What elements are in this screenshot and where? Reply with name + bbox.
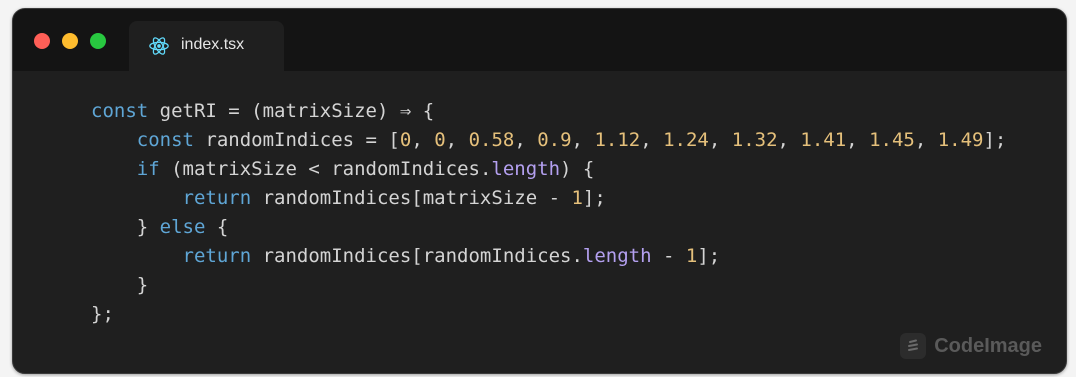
tab-index-tsx[interactable]: index.tsx bbox=[129, 21, 284, 71]
code-text: - bbox=[651, 245, 686, 267]
property-token: length bbox=[582, 245, 652, 267]
code-text: randomIndices[randomIndices. bbox=[251, 245, 583, 267]
code-text: , bbox=[846, 129, 870, 151]
number-token: 1.32 bbox=[731, 129, 778, 151]
code-text: } bbox=[91, 274, 149, 296]
code-text: (matrixSize < randomIndices. bbox=[159, 158, 492, 180]
code-text: ]; bbox=[697, 245, 721, 267]
close-button[interactable] bbox=[34, 33, 50, 49]
code-text: , bbox=[777, 129, 801, 151]
code-text: , bbox=[708, 129, 732, 151]
number-token: 1.24 bbox=[663, 129, 709, 151]
code-line: if (matrixSize < randomIndices.length) { bbox=[91, 155, 1006, 184]
watermark-label: CodeImage bbox=[934, 334, 1042, 357]
code-text: } bbox=[91, 216, 160, 238]
code-line: return randomIndices[randomIndices.lengt… bbox=[91, 242, 1006, 271]
keyword-token: return bbox=[182, 245, 252, 267]
codeimage-watermark: CodeImage bbox=[900, 333, 1042, 359]
minimize-button[interactable] bbox=[62, 33, 78, 49]
code-text: ]; bbox=[983, 129, 1007, 151]
number-token: 0 bbox=[399, 129, 412, 151]
keyword-token: if bbox=[136, 158, 160, 180]
keyword-token: return bbox=[182, 187, 252, 209]
code-line: } else { bbox=[91, 213, 1006, 242]
code-line: } bbox=[91, 271, 1006, 300]
code-line: }; bbox=[91, 300, 1006, 329]
code-text: ]; bbox=[582, 187, 606, 209]
maximize-button[interactable] bbox=[90, 33, 106, 49]
number-token: 0.58 bbox=[468, 129, 515, 151]
code-text: , bbox=[445, 129, 469, 151]
code-text: getRI = (matrixSize) ⇒ { bbox=[148, 100, 435, 122]
number-token: 1 bbox=[685, 245, 698, 267]
react-icon bbox=[149, 37, 169, 55]
number-token: 1 bbox=[571, 187, 583, 209]
property-token: length bbox=[491, 158, 561, 180]
number-token: 1.45 bbox=[869, 129, 915, 151]
code-line: return randomIndices[matrixSize - 1]; bbox=[91, 184, 1006, 213]
keyword-token: else bbox=[159, 216, 206, 238]
keyword-token: const bbox=[91, 100, 149, 122]
code-text: }; bbox=[91, 303, 114, 325]
tab-label: index.tsx bbox=[181, 36, 245, 53]
number-token: 0 bbox=[434, 129, 446, 151]
number-token: 1.49 bbox=[937, 129, 984, 151]
title-bar: index.tsx bbox=[13, 9, 1066, 71]
code-text: ) { bbox=[560, 158, 595, 180]
codeimage-logo-icon bbox=[900, 333, 927, 359]
code-text: , bbox=[514, 129, 538, 151]
keyword-token: const bbox=[136, 129, 194, 151]
code-text: randomIndices[matrixSize - bbox=[251, 187, 572, 209]
number-token: 1.12 bbox=[594, 129, 641, 151]
code-editor[interactable]: const getRI = (matrixSize) ⇒ { const ran… bbox=[91, 97, 1006, 329]
code-line: const randomIndices = [0, 0, 0.58, 0.9, … bbox=[91, 126, 1007, 155]
code-line: const getRI = (matrixSize) ⇒ { bbox=[91, 97, 1006, 126]
code-text: , bbox=[571, 129, 595, 151]
number-token: 0.9 bbox=[537, 129, 572, 151]
code-text: , bbox=[640, 129, 664, 151]
code-text: , bbox=[411, 129, 435, 151]
code-text: , bbox=[914, 129, 938, 151]
code-text: { bbox=[205, 216, 229, 238]
code-window: index.tsx const getRI = (matrixSize) ⇒ {… bbox=[12, 8, 1067, 374]
number-token: 1.41 bbox=[800, 129, 847, 151]
code-text: randomIndices = [ bbox=[193, 129, 400, 151]
